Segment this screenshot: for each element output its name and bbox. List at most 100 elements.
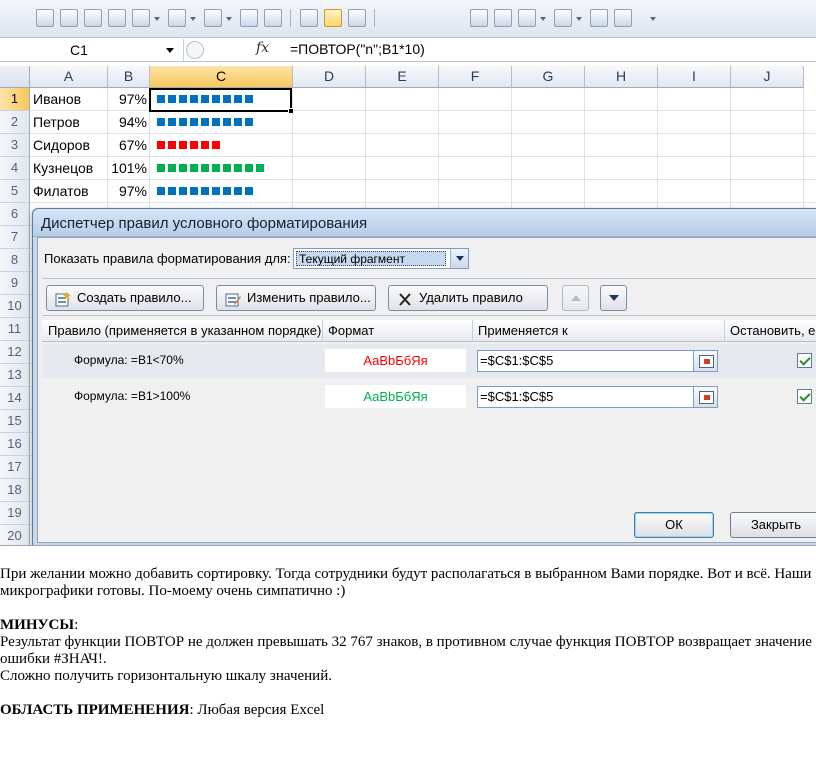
row-header[interactable]: 5 — [0, 180, 30, 203]
column-applies-header[interactable]: Применяется к — [478, 323, 568, 338]
row-header[interactable]: 12 — [0, 341, 30, 364]
row-header[interactable]: 1 — [0, 88, 30, 111]
chevron-down-icon[interactable] — [166, 48, 174, 53]
column-header-j[interactable]: J — [731, 66, 804, 88]
color-icon[interactable] — [614, 9, 632, 27]
cell-name[interactable]: Сидоров — [33, 134, 90, 157]
row-header[interactable]: 15 — [0, 410, 30, 433]
row-header[interactable]: 14 — [0, 387, 30, 410]
columns-dropdown-icon[interactable] — [540, 17, 546, 21]
cell-micrograph[interactable] — [157, 157, 267, 180]
row-header[interactable]: 18 — [0, 479, 30, 502]
dialog-title-bar[interactable]: Диспетчер правил условного форматировани… — [33, 209, 816, 237]
fill-handle[interactable] — [288, 108, 294, 114]
row-header[interactable]: 10 — [0, 295, 30, 318]
column-divider[interactable] — [724, 320, 725, 342]
cell-name[interactable]: Кузнецов — [33, 157, 93, 180]
cell-percent[interactable]: 97% — [109, 180, 147, 203]
zoom-icon[interactable] — [240, 9, 258, 27]
applies-to-input[interactable]: =$C$1:$C$5 — [477, 386, 717, 408]
fx-icon[interactable]: fx — [256, 40, 269, 56]
delete-rule-button[interactable]: Удалить правило — [388, 285, 548, 311]
row-header[interactable]: 17 — [0, 456, 30, 479]
range-select-icon[interactable] — [693, 386, 718, 408]
chevron-down-icon[interactable] — [450, 249, 468, 268]
row-header[interactable]: 6 — [0, 203, 30, 226]
column-header-a[interactable]: A — [30, 66, 108, 88]
stop-if-true-checkbox[interactable] — [797, 389, 812, 404]
customize-toolbar-icon[interactable] — [650, 17, 656, 21]
arrow-icon[interactable] — [470, 9, 488, 27]
column-divider[interactable] — [322, 320, 323, 342]
chart-icon[interactable] — [554, 9, 572, 27]
row-header[interactable]: 7 — [0, 226, 30, 249]
row-header[interactable]: 2 — [0, 111, 30, 134]
edit-rule-button[interactable]: Изменить правило... — [216, 285, 376, 311]
applies-to-input[interactable]: =$C$1:$C$5 — [477, 350, 717, 372]
move-down-button[interactable] — [600, 285, 627, 311]
column-header-c[interactable]: C — [150, 66, 293, 88]
new-rule-button[interactable]: Создать правило... — [46, 285, 204, 311]
column-header-h[interactable]: H — [585, 66, 658, 88]
undo-dropdown-icon[interactable] — [154, 17, 160, 21]
column-header-g[interactable]: G — [512, 66, 585, 88]
column-rule-header[interactable]: Правило (применяется в указанном порядке… — [48, 323, 321, 338]
redo-dropdown-icon[interactable] — [190, 17, 196, 21]
table-icon[interactable] — [348, 9, 366, 27]
move-up-button[interactable] — [562, 285, 589, 311]
rule-row[interactable]: Формула: =B1<70% АаВbБбЯя =$C$1:$C$5 — [42, 344, 816, 378]
formula-input[interactable]: =ПОВТОР("n";B1*10) — [290, 41, 425, 57]
range-select-icon[interactable] — [693, 350, 718, 372]
save-icon[interactable] — [84, 9, 102, 27]
column-stop-header[interactable]: Остановить, е — [730, 323, 815, 338]
stop-if-true-checkbox[interactable] — [797, 353, 812, 368]
expand-icon[interactable] — [186, 41, 204, 59]
redo-icon[interactable] — [168, 9, 186, 27]
row-header[interactable]: 8 — [0, 249, 30, 272]
row-header[interactable]: 13 — [0, 364, 30, 387]
format-painter-icon[interactable] — [324, 9, 342, 27]
function-icon[interactable] — [264, 9, 282, 27]
rule-row[interactable]: Формула: =B1>100% АаВbБбЯя =$C$1:$C$5 — [42, 380, 816, 414]
close-button[interactable]: Закрыть — [730, 512, 816, 538]
cell-percent[interactable]: 67% — [109, 134, 147, 157]
column-header-f[interactable]: F — [439, 66, 512, 88]
filter-icon[interactable] — [590, 9, 608, 27]
cell-name[interactable]: Петров — [33, 111, 80, 134]
cell-micrograph[interactable] — [157, 111, 256, 134]
chart-dropdown-icon[interactable] — [576, 17, 582, 21]
row-header[interactable]: 20 — [0, 525, 30, 545]
sheet-icon[interactable] — [494, 9, 512, 27]
columns-icon[interactable] — [518, 9, 536, 27]
row-header[interactable]: 19 — [0, 502, 30, 525]
name-box[interactable]: C1 — [0, 39, 184, 61]
border-icon[interactable] — [300, 9, 318, 27]
cell-name[interactable]: Иванов — [33, 88, 81, 111]
row-header[interactable]: 9 — [0, 272, 30, 295]
select-all-corner[interactable] — [0, 66, 30, 88]
cell-percent[interactable]: 97% — [109, 88, 147, 111]
row-header[interactable]: 11 — [0, 318, 30, 341]
equation-dropdown-icon[interactable] — [226, 17, 232, 21]
column-divider[interactable] — [472, 320, 473, 342]
cell-micrograph[interactable] — [157, 134, 223, 157]
column-header-i[interactable]: I — [658, 66, 731, 88]
row-header[interactable]: 4 — [0, 157, 30, 180]
new-document-icon[interactable] — [36, 9, 54, 27]
cell-name[interactable]: Филатов — [33, 180, 89, 203]
column-header-e[interactable]: E — [366, 66, 439, 88]
open-icon[interactable] — [60, 9, 78, 27]
cell-percent[interactable]: 101% — [109, 157, 147, 180]
print-icon[interactable] — [108, 9, 126, 27]
row-header[interactable]: 16 — [0, 433, 30, 456]
undo-icon[interactable] — [132, 9, 150, 27]
column-format-header[interactable]: Формат — [328, 323, 374, 338]
ok-button[interactable]: ОК — [634, 512, 714, 538]
cell-percent[interactable]: 94% — [109, 111, 147, 134]
column-header-b[interactable]: B — [108, 66, 150, 88]
cell-micrograph[interactable] — [157, 180, 256, 203]
column-header-d[interactable]: D — [293, 66, 366, 88]
scope-select[interactable]: Текущий фрагмент — [293, 248, 469, 269]
pi-icon[interactable] — [204, 9, 222, 27]
row-header[interactable]: 3 — [0, 134, 30, 157]
